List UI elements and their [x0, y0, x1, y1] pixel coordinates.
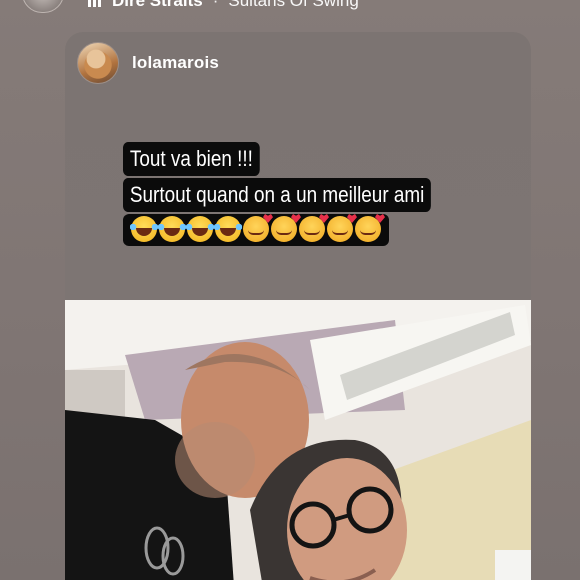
story-author[interactable]: lolamarois — [77, 42, 219, 84]
selfie-photo — [65, 300, 531, 580]
laugh-tears-emoji-icon — [130, 216, 158, 242]
smiling-hearts-emoji-icon — [299, 216, 325, 242]
author-username[interactable]: lolamarois — [132, 53, 219, 73]
music-artist: Dire Straits — [112, 0, 203, 10]
caption-line-1: Tout va bien !!! — [123, 142, 260, 176]
smiling-hearts-emoji-icon — [355, 216, 381, 242]
music-sticker[interactable]: Dire Straits · Sultans Of Swing — [22, 0, 359, 13]
music-song: Sultans Of Swing — [228, 0, 359, 10]
smiling-hearts-emoji-icon — [327, 216, 353, 242]
laugh-tears-emoji-icon — [186, 216, 214, 242]
laugh-tears-emoji-icon — [214, 216, 242, 242]
smiling-hearts-emoji-icon — [271, 216, 297, 242]
story-caption: Tout va bien !!! Surtout quand on a un m… — [123, 142, 481, 247]
story-photo — [65, 300, 531, 580]
caption-emoji-row — [123, 214, 389, 246]
laugh-tears-emoji-icon — [158, 216, 186, 242]
music-bars-icon — [88, 0, 101, 7]
author-avatar[interactable] — [77, 42, 119, 84]
story-screen: Dire Straits · Sultans Of Swing lolamaro… — [0, 0, 580, 580]
music-separator: · — [212, 0, 219, 10]
reshared-story-card[interactable]: lolamarois Tout va bien !!! Surtout quan… — [65, 32, 531, 580]
caption-line-2: Surtout quand on a un meilleur ami — [123, 178, 432, 212]
smiling-hearts-emoji-icon — [243, 216, 269, 242]
viewer-avatar[interactable] — [22, 0, 64, 13]
